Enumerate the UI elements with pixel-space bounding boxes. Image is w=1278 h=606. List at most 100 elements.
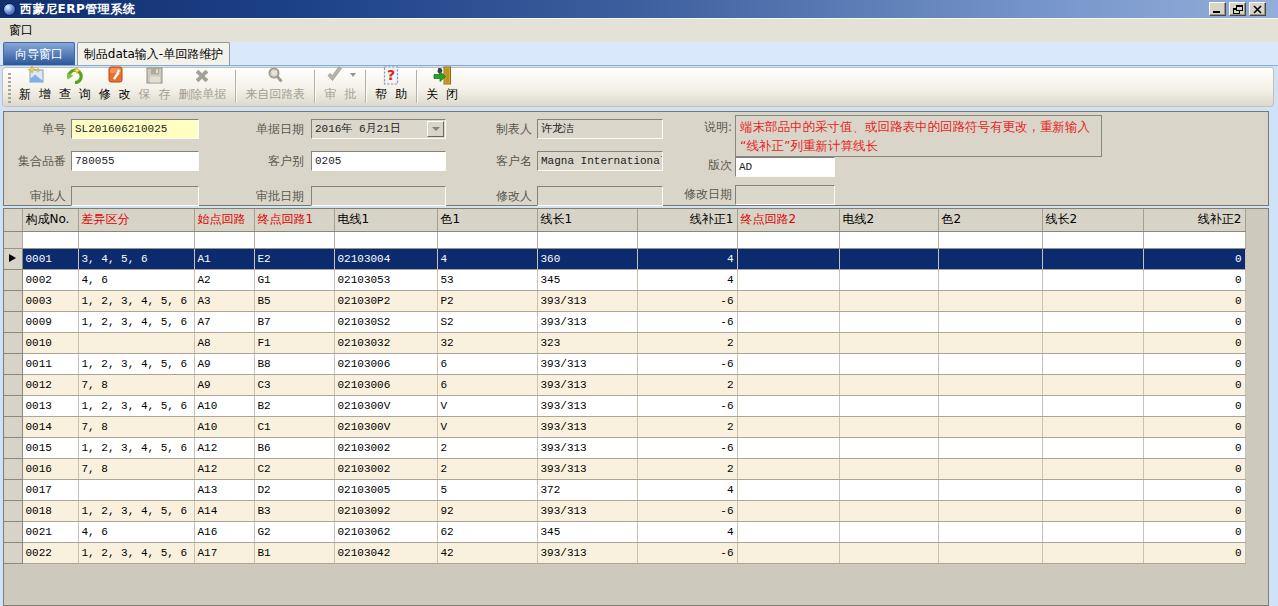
grid-cell[interactable]: 53 [437,269,537,290]
close-form-button[interactable]: 关 闭 [422,67,462,104]
grid-cell[interactable]: 62 [437,521,537,542]
grid-cell[interactable]: 0 [1143,416,1245,437]
grid-cell[interactable]: 1, 2, 3, 4, 5, 6 [78,437,194,458]
grid-cell[interactable] [737,416,839,437]
grid-cell[interactable]: -6 [637,290,737,311]
grid-cell[interactable]: C3 [254,374,334,395]
grid-cell[interactable]: 372 [537,479,637,500]
grid-cell[interactable]: 1, 2, 3, 4, 5, 6 [78,353,194,374]
grid-cell[interactable] [839,458,938,479]
from-circuit-table-button[interactable]: 来自回路表 [241,67,309,104]
grid-cell[interactable] [737,542,839,563]
table-row[interactable]: 00151, 2, 3, 4, 5, 6A12B6021030022393/31… [4,437,1245,458]
grid-cell[interactable] [1042,500,1143,521]
grid-cell[interactable]: A10 [194,416,254,437]
grid-cell[interactable] [938,458,1042,479]
grid-cell[interactable]: C2 [254,458,334,479]
table-row[interactable]: 00131, 2, 3, 4, 5, 6A10B20210300VV393/31… [4,395,1245,416]
grid-cell[interactable]: A7 [194,311,254,332]
grid-cell[interactable]: 02103002 [334,458,437,479]
grid-cell[interactable]: 02103053 [334,269,437,290]
grid-cell[interactable] [737,374,839,395]
grid-cell[interactable]: A9 [194,374,254,395]
table-row[interactable]: 0017A13D202103005537240 [4,479,1245,500]
row-selector[interactable] [4,353,22,374]
grid-cell[interactable] [938,521,1042,542]
grid-cell[interactable] [1042,290,1143,311]
row-selector[interactable] [4,332,22,353]
grid-cell[interactable]: 0 [1143,290,1245,311]
tab-product-data-entry[interactable]: 制品data输入-单回路维护 [77,42,230,65]
grid-cell[interactable]: A9 [194,353,254,374]
grid-cell[interactable]: 0002 [22,269,78,290]
grid-cell[interactable]: 0014 [22,416,78,437]
grid-cell[interactable]: G1 [254,269,334,290]
doc-date-combo[interactable]: 2016年 6月21日 [311,119,446,139]
grid-cell[interactable]: 393/313 [537,500,637,521]
grid-cell[interactable]: 4 [637,269,737,290]
filter-cell[interactable] [537,231,637,248]
grid-cell[interactable]: G2 [254,521,334,542]
grid-cell[interactable]: -6 [637,353,737,374]
grid-cell[interactable]: 4, 6 [78,521,194,542]
grid-cell[interactable]: 0013 [22,395,78,416]
filter-cell[interactable] [938,231,1042,248]
row-selector[interactable] [4,521,22,542]
grid-cell[interactable]: 1, 2, 3, 4, 5, 6 [78,395,194,416]
grid-cell[interactable]: 0012 [22,374,78,395]
grid-cell[interactable] [737,437,839,458]
grid-cell[interactable]: 92 [437,500,537,521]
approve-date-field[interactable] [311,186,446,206]
grid-cell[interactable] [839,416,938,437]
grid-cell[interactable]: 4, 6 [78,269,194,290]
row-selector[interactable] [4,395,22,416]
row-selector[interactable] [4,437,22,458]
filter-cell[interactable] [437,231,537,248]
grid-cell[interactable]: A10 [194,395,254,416]
grid-cell[interactable]: B3 [254,500,334,521]
grid-cell[interactable]: A12 [194,437,254,458]
grid-cell[interactable]: A1 [194,248,254,269]
grid-cell[interactable]: 0 [1143,395,1245,416]
grid-cell[interactable] [839,395,938,416]
grid-cell[interactable] [737,458,839,479]
column-header[interactable]: 始点回路 [194,209,254,231]
grid-cell[interactable]: 360 [537,248,637,269]
row-selector[interactable] [4,248,22,269]
grid-cell[interactable]: 4 [437,248,537,269]
grid-cell[interactable] [737,290,839,311]
grid-cell[interactable] [938,500,1042,521]
grid-cell[interactable]: 02103042 [334,542,437,563]
row-selector[interactable] [4,479,22,500]
row-selector[interactable] [4,500,22,521]
grid-cell[interactable]: B1 [254,542,334,563]
row-selector[interactable] [4,542,22,563]
grid-cell[interactable]: 1, 2, 3, 4, 5, 6 [78,500,194,521]
grid-cell[interactable]: -6 [637,437,737,458]
grid-cell[interactable] [938,416,1042,437]
column-header[interactable]: 色2 [938,209,1042,231]
grid-cell[interactable]: 5 [437,479,537,500]
column-header[interactable]: 色1 [437,209,537,231]
grid-cell[interactable]: 2 [637,332,737,353]
grid-cell[interactable]: -6 [637,311,737,332]
grid-corner-cell[interactable] [4,209,22,231]
grid-cell[interactable]: 2 [637,458,737,479]
grid-cell[interactable]: 0 [1143,311,1245,332]
grid-cell[interactable]: 393/313 [537,395,637,416]
grid-cell[interactable] [839,521,938,542]
grid-cell[interactable]: 7, 8 [78,374,194,395]
filter-cell[interactable] [334,231,437,248]
grid-cell[interactable] [839,374,938,395]
grid-cell[interactable] [839,500,938,521]
column-header[interactable]: 差异区分 [78,209,194,231]
grid-cell[interactable] [839,332,938,353]
grid-cell[interactable]: 02103002 [334,437,437,458]
grid-cell[interactable]: A17 [194,542,254,563]
grid-cell[interactable] [1042,458,1143,479]
grid-cell[interactable]: P2 [437,290,537,311]
grid-cell[interactable]: 0022 [22,542,78,563]
grid-cell[interactable]: 393/313 [537,542,637,563]
grid-cell[interactable]: 4 [637,479,737,500]
filter-cell[interactable] [637,231,737,248]
